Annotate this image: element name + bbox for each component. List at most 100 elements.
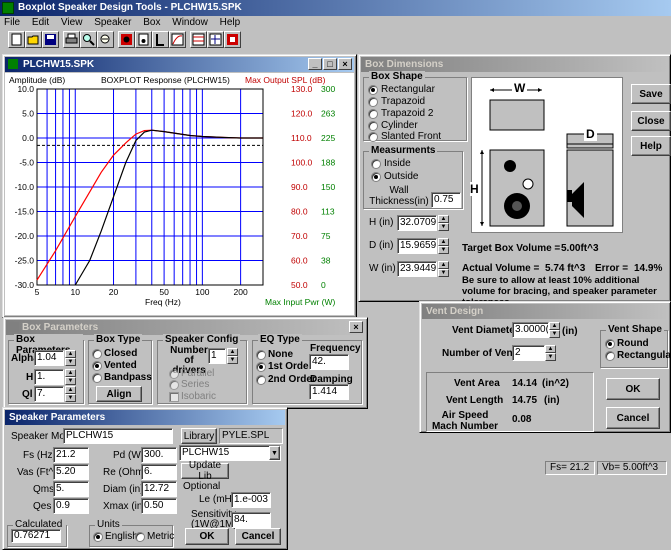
eq-second-order-radio[interactable] [256, 375, 266, 385]
crossover-icon[interactable] [190, 31, 207, 48]
vent-icon[interactable] [152, 31, 169, 48]
vent-diameter-unit: (in) [562, 326, 578, 337]
ql-input[interactable]: 7. [34, 386, 64, 402]
pd-input[interactable]: 300. [141, 447, 177, 463]
filter-icon[interactable] [207, 31, 224, 48]
le-input[interactable]: 1.e-003 [231, 492, 271, 508]
open-folder-icon[interactable] [25, 31, 42, 48]
save-button[interactable]: Save [631, 84, 671, 104]
update-lib-button[interactable]: Update Lib [181, 460, 229, 482]
vent-round-radio[interactable] [605, 339, 615, 349]
ql-spinner[interactable]: ▲ ▼ [65, 386, 76, 402]
spl-tick-label: 50.0 [291, 280, 308, 290]
find-icon[interactable] [80, 31, 97, 48]
depth-input[interactable]: 15.9659 [397, 238, 437, 254]
diam-input[interactable]: 12.72 [141, 481, 177, 497]
driver-icon[interactable] [224, 31, 241, 48]
speaker-icon[interactable] [118, 31, 135, 48]
sensitivity-input[interactable]: 84. [231, 512, 271, 528]
shape-trapazoid2-radio[interactable] [368, 109, 378, 119]
menu-box[interactable]: Box [143, 17, 160, 28]
menu-view[interactable]: View [61, 17, 83, 28]
shape-rectangular-radio[interactable] [368, 85, 378, 95]
search-icon[interactable] [97, 31, 114, 48]
box-type-group-title: Box Type [94, 334, 143, 345]
sensitivity-label: Sensitivity (1W@1M) [191, 509, 237, 530]
spl-tick-label: 60.0 [291, 256, 308, 266]
units-english-radio[interactable] [93, 532, 103, 542]
alpha-spinner[interactable]: ▲ ▼ [65, 350, 76, 366]
h-param-input[interactable]: 1. [34, 369, 64, 385]
close-button[interactable]: Close [631, 111, 671, 131]
meas-inside-radio[interactable] [371, 159, 381, 169]
eq-none-radio[interactable] [256, 350, 266, 360]
shape-trapazoid-radio[interactable] [368, 97, 378, 107]
height-spinner[interactable]: ▲ ▼ [438, 215, 449, 231]
shape-cylinder-radio[interactable] [368, 121, 378, 131]
eq-damping-input[interactable]: 1.414 [309, 384, 349, 400]
series-line-0 [36, 129, 263, 281]
num-vents-spinner[interactable]: ▲ ▼ [545, 345, 556, 361]
box-params-close-button[interactable]: × [349, 321, 363, 333]
menu-help[interactable]: Help [220, 17, 241, 28]
menu-window[interactable]: Window [172, 17, 208, 28]
close-button[interactable]: × [338, 58, 352, 70]
speaker-select-arrow[interactable]: ▼ [269, 446, 280, 460]
units-metric-radio[interactable] [135, 532, 145, 542]
alpha-input[interactable]: 1.04 [34, 350, 64, 366]
vent-diameter-spinner[interactable]: ▲ ▼ [549, 322, 560, 338]
fs-input[interactable]: 21.2 [53, 447, 89, 463]
speaker-cancel-button[interactable]: Cancel [235, 528, 281, 545]
menu-edit[interactable]: Edit [32, 17, 49, 28]
wall-thickness-input[interactable]: 0.75 [431, 192, 461, 208]
vent-diameter-input[interactable]: 3.0000( [512, 322, 549, 338]
qts-value: 0.76271 [11, 529, 61, 543]
shape-cylinder-label: Cylinder [381, 120, 418, 131]
depth-spinner[interactable]: ▲ ▼ [438, 238, 449, 254]
qes-input[interactable]: 0.9 [53, 498, 89, 514]
num-drivers-input[interactable]: 1 [208, 348, 226, 364]
menu-speaker[interactable]: Speaker [94, 17, 131, 28]
height-input[interactable]: 32.0709 [397, 215, 437, 231]
fs-label: Fs (Hz) [23, 450, 56, 461]
vent-cancel-button[interactable]: Cancel [606, 407, 660, 429]
plot-window-titlebar: PLCHW15.SPK _ □ × [5, 57, 354, 72]
num-vents-input[interactable]: 2 [512, 345, 545, 361]
align-button[interactable]: Align [96, 386, 142, 402]
vent-rect-radio[interactable] [605, 351, 615, 361]
qms-input[interactable]: 5. [53, 481, 89, 497]
library-button[interactable]: Library [181, 428, 217, 444]
shape-slanted-radio[interactable] [368, 132, 378, 142]
save-disk-icon[interactable] [42, 31, 59, 48]
minimize-button[interactable]: _ [308, 58, 322, 70]
spl-tick-label: 100.0 [291, 158, 313, 168]
help-button[interactable]: Help [631, 136, 671, 156]
speaker-select[interactable]: PLCHW15 [179, 445, 281, 461]
error-label: Error = [595, 263, 629, 274]
eq-first-order-radio[interactable] [256, 362, 266, 372]
vent-ok-button[interactable]: OK [606, 378, 660, 400]
new-file-icon[interactable] [8, 31, 25, 48]
box-dimensions-titlebar: Box Dimensions [361, 57, 668, 72]
h-param-spinner[interactable]: ▲ ▼ [65, 369, 76, 385]
speaker-ok-button[interactable]: OK [185, 528, 229, 545]
width-input[interactable]: 23.9449 [397, 261, 437, 277]
box-dimensions-window: Box Dimensions Box Shape Rectangular Tra… [358, 54, 671, 308]
type-vented-radio[interactable] [92, 361, 102, 371]
speaker-model-input[interactable]: PLCHW15 [63, 428, 173, 444]
meas-outside-radio[interactable] [371, 172, 381, 182]
re-input[interactable]: 6. [141, 464, 177, 480]
type-bandpass-radio[interactable] [92, 373, 102, 383]
num-drivers-spinner[interactable]: ▲ ▼ [227, 348, 238, 364]
eq-frequency-input[interactable]: 42. [309, 354, 349, 370]
maximize-button[interactable]: □ [323, 58, 337, 70]
box-icon[interactable] [135, 31, 152, 48]
graph-icon[interactable] [169, 31, 186, 48]
xmax-input[interactable]: 0.50 [141, 498, 177, 514]
vas-input[interactable]: 5.20 [53, 464, 89, 480]
print-icon[interactable] [63, 31, 80, 48]
y-tick-label: -15.0 [15, 207, 35, 217]
menu-file[interactable]: File [4, 17, 20, 28]
width-spinner[interactable]: ▲ ▼ [438, 261, 449, 277]
type-closed-radio[interactable] [92, 349, 102, 359]
